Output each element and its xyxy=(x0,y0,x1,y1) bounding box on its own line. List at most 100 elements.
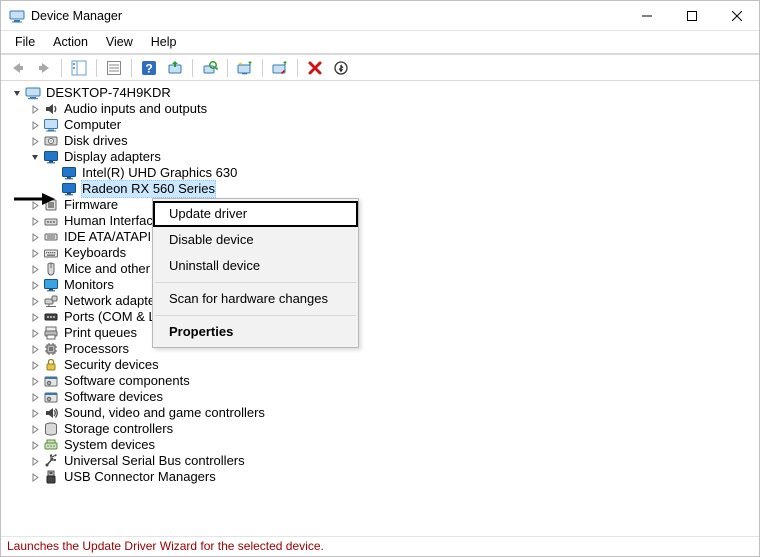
maximize-button[interactable] xyxy=(669,1,714,30)
ctx-scan-hardware[interactable]: Scan for hardware changes xyxy=(153,286,358,312)
tree-category[interactable]: Sound, video and game controllers xyxy=(11,405,755,421)
tree-category[interactable]: Network adapters xyxy=(11,293,755,309)
expand-toggle[interactable] xyxy=(29,247,41,259)
display-icon xyxy=(43,149,59,165)
tree-item-label: Computer xyxy=(63,117,122,133)
uninstall-device-button[interactable] xyxy=(304,57,326,79)
tree-device[interactable]: Intel(R) UHD Graphics 630 xyxy=(11,165,755,181)
expand-toggle[interactable] xyxy=(29,343,41,355)
expand-toggle[interactable] xyxy=(29,279,41,291)
tree-category[interactable]: Human Interface Devices xyxy=(11,213,755,229)
window-controls xyxy=(624,1,759,30)
expand-toggle[interactable] xyxy=(29,471,41,483)
expand-toggle[interactable] xyxy=(29,119,41,131)
tree-category[interactable]: Software components xyxy=(11,373,755,389)
tree-item-label: Sound, video and game controllers xyxy=(63,405,266,421)
computer-root-icon xyxy=(25,85,41,101)
tree-category[interactable]: IDE ATA/ATAPI controllers xyxy=(11,229,755,245)
disable-device-button[interactable] xyxy=(269,57,291,79)
tree-device[interactable]: Radeon RX 560 Series xyxy=(11,181,755,197)
tree-item-label: Print queues xyxy=(63,325,138,341)
tree-category[interactable]: Security devices xyxy=(11,357,755,373)
uninstall-device-icon xyxy=(307,60,323,76)
ctx-properties[interactable]: Properties xyxy=(153,319,358,345)
menu-action[interactable]: Action xyxy=(45,34,96,50)
tree-category[interactable]: USB Connector Managers xyxy=(11,469,755,485)
help-icon: ? xyxy=(141,60,157,76)
add-legacy-button[interactable] xyxy=(234,57,256,79)
tree-item-label: Display adapters xyxy=(63,149,162,165)
expand-toggle[interactable] xyxy=(29,439,41,451)
expand-toggle[interactable] xyxy=(29,151,41,163)
tree-category[interactable]: Universal Serial Bus controllers xyxy=(11,453,755,469)
network-icon xyxy=(43,293,59,309)
toolbar-separator xyxy=(192,59,193,77)
tree-category[interactable]: Ports (COM & LPT) xyxy=(11,309,755,325)
update-driver-button[interactable] xyxy=(164,57,186,79)
tree-category[interactable]: System devices xyxy=(11,437,755,453)
expand-toggle[interactable] xyxy=(29,135,41,147)
back-button[interactable] xyxy=(7,57,29,79)
menu-file[interactable]: File xyxy=(7,34,43,50)
tree-category[interactable]: Firmware xyxy=(11,197,755,213)
tree-category[interactable]: Computer xyxy=(11,117,755,133)
expand-toggle[interactable] xyxy=(29,263,41,275)
expand-toggle[interactable] xyxy=(29,359,41,371)
tree-category[interactable]: Audio inputs and outputs xyxy=(11,101,755,117)
forward-icon xyxy=(36,61,52,75)
tree-category[interactable]: Processors xyxy=(11,341,755,357)
tree-category[interactable]: Keyboards xyxy=(11,245,755,261)
tree-category[interactable]: Software devices xyxy=(11,389,755,405)
tree-category[interactable]: Print queues xyxy=(11,325,755,341)
menubar: File Action View Help xyxy=(1,31,759,53)
scan-hardware-button[interactable] xyxy=(199,57,221,79)
expand-toggle[interactable] xyxy=(29,455,41,467)
close-button[interactable] xyxy=(714,1,759,30)
ctx-uninstall-device[interactable]: Uninstall device xyxy=(153,253,358,279)
toolbar: ? xyxy=(1,55,759,81)
expand-toggle[interactable] xyxy=(29,423,41,435)
minimize-button[interactable] xyxy=(624,1,669,30)
expand-toggle[interactable] xyxy=(29,311,41,323)
security-icon xyxy=(43,357,59,373)
menu-help[interactable]: Help xyxy=(143,34,185,50)
forward-button[interactable] xyxy=(33,57,55,79)
tree-category[interactable]: Mice and other pointing devices xyxy=(11,261,755,277)
tree-item-label: Universal Serial Bus controllers xyxy=(63,453,246,469)
ctx-disable-device[interactable]: Disable device xyxy=(153,227,358,253)
expand-toggle[interactable] xyxy=(29,215,41,227)
tree-item-label: Disk drives xyxy=(63,133,129,149)
tree-item-label: Security devices xyxy=(63,357,160,373)
tree-root[interactable]: DESKTOP-74H9KDR xyxy=(11,85,755,101)
expand-toggle[interactable] xyxy=(29,407,41,419)
device-manager-window: Device Manager File Action View Help xyxy=(0,0,760,557)
toolbar-separator xyxy=(131,59,132,77)
port-icon xyxy=(43,309,59,325)
expand-toggle[interactable] xyxy=(29,375,41,387)
show-hide-tree-button[interactable] xyxy=(68,57,90,79)
menu-view[interactable]: View xyxy=(98,34,141,50)
monitor-icon xyxy=(43,277,59,293)
device-tree[interactable]: DESKTOP-74H9KDR Audio inputs and outputs… xyxy=(1,81,759,536)
expand-toggle[interactable] xyxy=(29,103,41,115)
more-actions-button[interactable] xyxy=(330,57,352,79)
tree-category[interactable]: Display adapters xyxy=(11,149,755,165)
expand-toggle[interactable] xyxy=(11,87,23,99)
ctx-update-driver[interactable]: Update driver xyxy=(153,201,358,227)
expand-toggle[interactable] xyxy=(29,391,41,403)
expand-toggle[interactable] xyxy=(29,199,41,211)
help-button[interactable]: ? xyxy=(138,57,160,79)
display-icon xyxy=(61,181,77,197)
tree-category[interactable]: Storage controllers xyxy=(11,421,755,437)
storage-icon xyxy=(43,421,59,437)
disable-device-icon xyxy=(272,60,288,76)
properties-button[interactable] xyxy=(103,57,125,79)
tree-category[interactable]: Disk drives xyxy=(11,133,755,149)
properties-icon xyxy=(106,60,122,76)
expand-toggle[interactable] xyxy=(29,295,41,307)
toolbar-separator xyxy=(297,59,298,77)
tree-category[interactable]: Monitors xyxy=(11,277,755,293)
expand-toggle[interactable] xyxy=(29,327,41,339)
tree-pane-icon xyxy=(71,60,87,76)
expand-toggle[interactable] xyxy=(29,231,41,243)
